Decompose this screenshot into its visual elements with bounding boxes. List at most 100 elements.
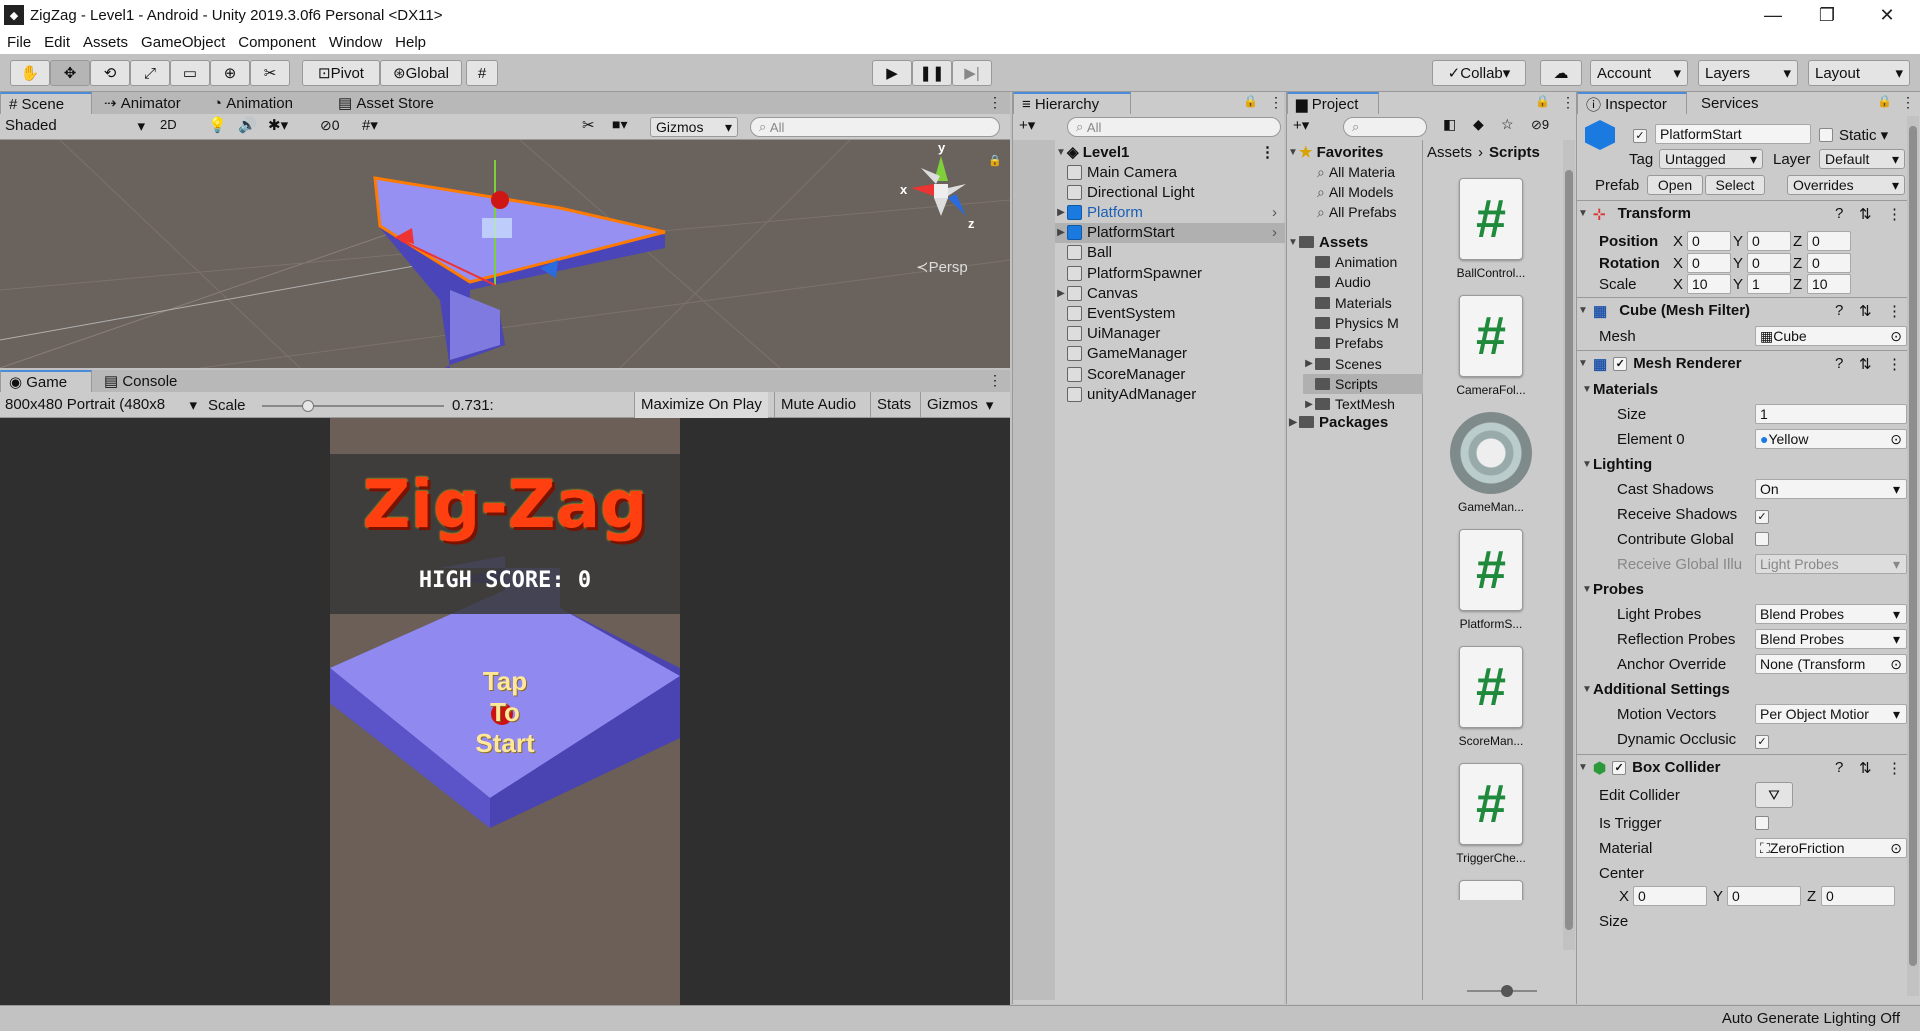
grid-snap-icon[interactable]: # (466, 60, 498, 86)
layers-dropdown[interactable]: Layers ▾ (1698, 60, 1798, 86)
menu-help[interactable]: Help (395, 34, 426, 51)
thumbnail-size-slider[interactable] (1467, 985, 1537, 997)
tools-icon[interactable]: ✂ (582, 116, 595, 134)
asset-item[interactable]: # ScoreMan... (1431, 646, 1551, 748)
lock-icon[interactable]: 🔒 (1243, 94, 1258, 108)
hand-tool-icon[interactable]: ✋ (10, 60, 50, 86)
receive-shadows-checkbox[interactable]: ✓ (1755, 507, 1775, 524)
open-prefab-arrow-icon[interactable]: › (1272, 224, 1285, 241)
project-scrollbar[interactable] (1563, 140, 1575, 950)
prefab-select-button[interactable]: Select (1705, 175, 1765, 195)
lighting-foldout[interactable]: ▼ Lighting (1581, 453, 1652, 475)
shading-mode-dropdown[interactable]: Shaded ▾ (5, 117, 145, 135)
effects-toggle-icon[interactable]: ✱▾ (268, 116, 288, 134)
probes-foldout[interactable]: ▼ Probes (1581, 578, 1644, 600)
scale-tool-icon[interactable]: ⤢ (130, 60, 170, 86)
rotation-y-field[interactable]: 0 (1747, 253, 1791, 273)
hierarchy-item[interactable]: ▶ Canvas (1055, 283, 1285, 303)
close-button[interactable]: ✕ (1860, 0, 1914, 30)
global-toggle[interactable]: ⊛ Global (380, 60, 462, 86)
layer-dropdown[interactable]: Default ▾ (1819, 149, 1905, 169)
rect-tool-icon[interactable]: ▭ (170, 60, 210, 86)
scale-z-field[interactable]: 10 (1807, 274, 1851, 294)
audio-toggle-icon[interactable]: 🔊 (238, 116, 257, 134)
mesh-field[interactable]: ▦ Cube ⊙ (1755, 326, 1907, 346)
tab-scene[interactable]: # Scene (0, 92, 92, 114)
tab-inspector[interactable]: ⓘ Inspector (1577, 92, 1687, 114)
mesh-filter-header[interactable]: ▼ ▦ Cube (Mesh Filter)? ⇅ ⋮ (1577, 297, 1917, 323)
object-picker-icon[interactable]: ⊙ (1890, 328, 1902, 345)
asset-item[interactable]: GameMan... (1431, 412, 1551, 514)
position-x-field[interactable]: 0 (1687, 231, 1731, 251)
open-prefab-arrow-icon[interactable]: › (1272, 204, 1285, 221)
cast-shadows-dropdown[interactable]: On ▾ (1755, 479, 1907, 499)
help-icon[interactable]: ? (1835, 302, 1843, 319)
project-search-input[interactable]: ⌕ (1343, 117, 1427, 137)
help-icon[interactable]: ? (1835, 205, 1843, 222)
enabled-checkbox[interactable]: ✓ (1613, 356, 1628, 371)
folder-item[interactable]: ▶ Scenes (1303, 354, 1423, 374)
inspector-scrollbar[interactable] (1907, 116, 1919, 996)
tab-hierarchy[interactable]: ≡ Hierarchy (1013, 92, 1131, 114)
breadcrumb-assets[interactable]: Assets (1427, 144, 1472, 161)
tap-to-start-label[interactable]: Tap To Start (330, 666, 680, 759)
hierarchy-item[interactable]: ▶ Platform › (1055, 202, 1285, 222)
component-menu-icon[interactable]: ⋮ (1887, 205, 1902, 223)
materials-size-field[interactable]: 1 (1755, 404, 1907, 424)
menu-edit[interactable]: Edit (44, 34, 70, 51)
hierarchy-search-input[interactable]: ⌕ All (1067, 117, 1281, 137)
hierarchy-item[interactable]: EventSystem (1055, 303, 1285, 323)
static-toggle[interactable]: Static ▾ (1819, 126, 1888, 144)
settings-sliders-icon[interactable]: ⇅ (1859, 302, 1872, 320)
panel-menu-icon[interactable]: ⋮ (1561, 94, 1575, 111)
game-gizmos-dropdown[interactable]: Gizmos ▾ (920, 392, 999, 418)
tab-game[interactable]: ◉ Game (0, 370, 92, 392)
rotation-x-field[interactable]: 0 (1687, 253, 1731, 273)
favorite-item[interactable]: ⌕ All Materia (1317, 162, 1423, 182)
hierarchy-item[interactable]: ScoreManager (1055, 364, 1285, 384)
folder-item[interactable]: Prefabs (1303, 333, 1423, 353)
asset-item[interactable]: # PlatformS... (1431, 529, 1551, 631)
folder-item[interactable]: Materials (1303, 293, 1423, 313)
maximize-on-play-toggle[interactable]: Maximize On Play (634, 392, 768, 418)
stats-toggle[interactable]: Stats (870, 392, 917, 418)
transform-tool-icon[interactable]: ⊕ (210, 60, 250, 86)
mesh-renderer-header[interactable]: ▼ ▦ ✓ Mesh Renderer? ⇅ ⋮ (1577, 350, 1917, 376)
overrides-dropdown[interactable]: Overrides ▾ (1787, 175, 1905, 195)
tag-dropdown[interactable]: Untagged ▾ (1659, 149, 1763, 169)
2d-toggle[interactable]: 2D (160, 117, 177, 132)
asset-item[interactable]: #UiManager (1431, 880, 1551, 900)
play-button[interactable]: ▶ (872, 60, 912, 86)
scene-gizmo-widget[interactable]: y x z (896, 140, 986, 236)
center-z-field[interactable]: 0 (1821, 886, 1895, 906)
resolution-dropdown[interactable]: 800x480 Portrait (480x8 ▾ (5, 396, 197, 414)
tab-animator[interactable]: ⇢ Animator (96, 92, 189, 114)
object-picker-icon[interactable]: ⊙ (1890, 840, 1902, 857)
pivot-toggle[interactable]: ⊡ Pivot (302, 60, 380, 86)
dynamic-occlusion-checkbox[interactable]: ✓ (1755, 732, 1775, 749)
filter-type-icon[interactable]: ◧ (1443, 116, 1456, 133)
hierarchy-item[interactable]: Directional Light (1055, 182, 1285, 202)
filter-label-icon[interactable]: ◆ (1473, 116, 1484, 133)
scale-y-field[interactable]: 1 (1747, 274, 1791, 294)
lock-icon[interactable]: 🔒 (1877, 94, 1892, 108)
position-y-field[interactable]: 0 (1747, 231, 1791, 251)
anchor-override-field[interactable]: None (Transform ⊙ (1755, 654, 1907, 674)
scrollbar-thumb[interactable] (1565, 170, 1573, 930)
settings-sliders-icon[interactable]: ⇅ (1859, 355, 1872, 373)
scale-x-field[interactable]: 10 (1687, 274, 1731, 294)
folder-item[interactable]: Audio (1303, 272, 1423, 292)
step-button[interactable]: ▶| (952, 60, 992, 86)
favorite-item[interactable]: ⌕ All Prefabs (1317, 202, 1423, 222)
create-dropdown[interactable]: +▾ (1293, 116, 1309, 134)
game-screen[interactable]: Zig-Zag HIGH SCORE: 0 Tap To Start (330, 418, 680, 1005)
enabled-checkbox[interactable]: ✓ (1612, 760, 1627, 775)
pause-button[interactable]: ❚❚ (912, 60, 952, 86)
position-z-field[interactable]: 0 (1807, 231, 1851, 251)
tab-services[interactable]: Services (1693, 92, 1767, 114)
tab-asset-store[interactable]: ▤ Asset Store (330, 92, 442, 114)
prefab-open-button[interactable]: Open (1647, 175, 1703, 195)
favorite-item[interactable]: ⌕ All Models (1317, 182, 1423, 202)
lighting-toggle-icon[interactable]: 💡 (208, 116, 227, 134)
panel-menu-icon[interactable]: ⋮ (1269, 94, 1283, 111)
